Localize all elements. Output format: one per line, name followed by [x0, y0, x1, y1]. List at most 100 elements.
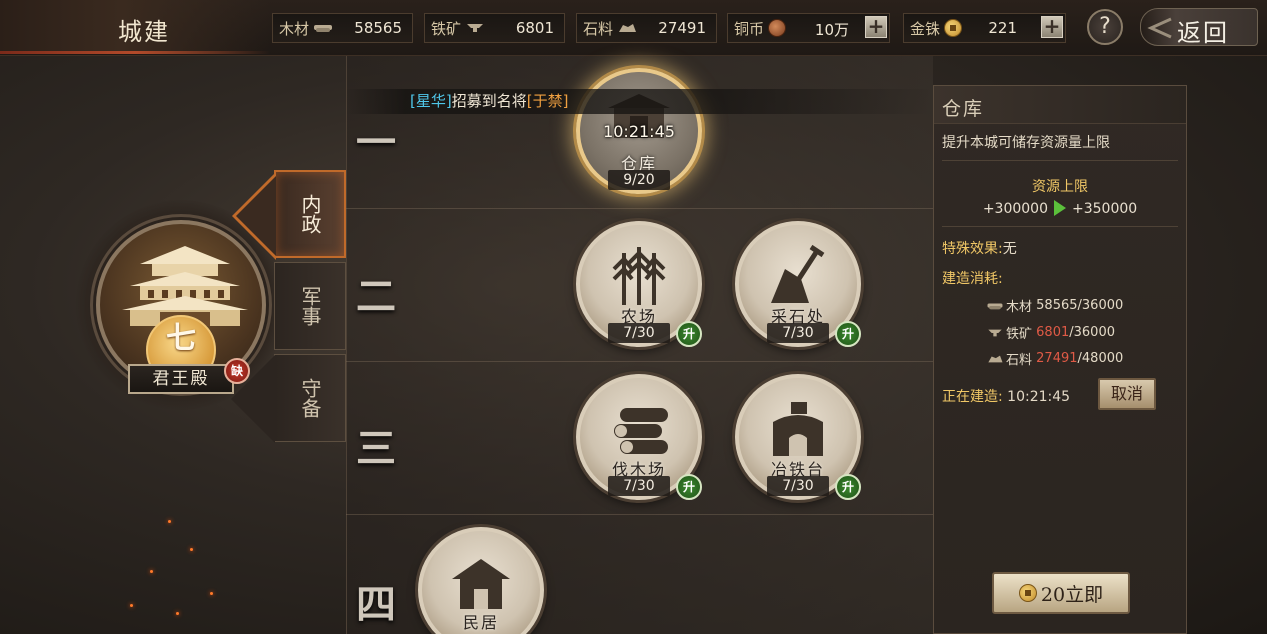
- cost-row-stone: 石料 27491/48000: [986, 349, 1123, 368]
- row-numeral-4: 四: [356, 581, 396, 628]
- cost-row-wood: 木材 58565/36000: [986, 296, 1123, 315]
- cost-need: /36000: [1069, 325, 1115, 340]
- upgrade-button[interactable]: 升: [676, 321, 702, 347]
- building-quarry[interactable]: 采石处 7/30 升: [735, 221, 861, 347]
- tab-internal-affairs[interactable]: 内政: [232, 170, 346, 260]
- resource-label: 木材: [279, 19, 310, 38]
- gold-coin-icon: [1018, 584, 1037, 602]
- add-copper-button[interactable]: +: [865, 16, 887, 38]
- cost-label: 铁矿: [1006, 327, 1033, 342]
- building-level: 7/30: [608, 476, 670, 496]
- building-status-time: 10:21:45: [1007, 389, 1071, 405]
- iron-anvil-icon: [988, 329, 1002, 336]
- cost-label: 石料: [1006, 353, 1033, 368]
- row-divider: [346, 361, 933, 362]
- building-lumber[interactable]: 伐木场 7/30 升: [576, 374, 702, 500]
- gold-coin-icon: [944, 19, 963, 37]
- building-level: 7/30: [767, 476, 829, 496]
- divider: [942, 160, 1178, 161]
- row-divider: [346, 208, 933, 209]
- wood-icon: [987, 303, 1003, 309]
- tab-label: 军事: [298, 286, 322, 326]
- building-name: 民居: [462, 613, 499, 632]
- capacity-title: 资源上限: [1032, 179, 1088, 195]
- back-button[interactable]: 返回: [1140, 8, 1258, 47]
- special-value: 无: [1002, 241, 1017, 257]
- tab-arrow-inner: [236, 176, 276, 256]
- cost-have: 27491: [1036, 351, 1078, 366]
- capacity-values: +300000 +350000: [934, 200, 1186, 217]
- furnace-icon: [773, 402, 823, 456]
- building-smelter[interactable]: 冶铁台 7/30 升: [735, 374, 861, 500]
- resource-copper: 铜币 10万 +: [727, 13, 890, 43]
- ember: [150, 570, 153, 573]
- resource-label: 石料: [583, 19, 614, 38]
- copper-coin-icon: [768, 19, 787, 37]
- ticker-hero: [于禁]: [526, 92, 569, 110]
- resource-wood: 木材 58565: [272, 13, 413, 43]
- resource-stone: 石料 27491: [576, 13, 717, 43]
- upgrade-button[interactable]: 升: [835, 474, 861, 500]
- building-level: 7/30: [767, 323, 829, 343]
- ember: [168, 520, 171, 523]
- upgrade-button[interactable]: 升: [676, 474, 702, 500]
- wood-icon: [314, 25, 333, 32]
- cost-have: 6801: [1036, 325, 1070, 340]
- cost-need: /36000: [1077, 298, 1124, 313]
- row-divider: [346, 514, 933, 515]
- resource-value: 221: [988, 19, 1017, 37]
- instant-complete-button[interactable]: 20立即: [992, 572, 1130, 614]
- resource-value: 27491: [658, 19, 706, 37]
- help-button[interactable]: ?: [1087, 9, 1123, 45]
- building-warehouse[interactable]: 10:21:45 仓库 9/20: [576, 68, 702, 194]
- building-status: 正在建造: 10:21:45: [942, 386, 1070, 406]
- tab-military[interactable]: 军事: [274, 262, 346, 350]
- ticker-text: 招募到名将: [451, 92, 527, 110]
- tab-label: 守备: [298, 378, 322, 418]
- cost-label: 木材: [1006, 300, 1033, 315]
- stone-icon: [988, 355, 1003, 362]
- row-numeral-1: 一: [356, 119, 396, 166]
- add-gold-button[interactable]: +: [1041, 16, 1063, 38]
- tab-arrow: [231, 355, 275, 443]
- building-level: 9/20: [608, 170, 670, 190]
- ember: [210, 592, 213, 595]
- house-icon: [452, 559, 510, 609]
- ember: [190, 548, 193, 551]
- divider: [942, 226, 1178, 227]
- iron-anvil-icon: [467, 24, 484, 32]
- row-numeral-3: 三: [356, 425, 396, 472]
- ember: [176, 612, 179, 615]
- panel-description: 提升本城可储存资源量上限: [942, 135, 1110, 151]
- instant-label: 20立即: [1040, 583, 1104, 606]
- building-farm[interactable]: 农场 7/30 升: [576, 221, 702, 347]
- row-numeral-2: 二: [356, 273, 396, 320]
- upgrade-button[interactable]: 升: [835, 321, 861, 347]
- logs-icon: [614, 408, 668, 454]
- special-label: 特殊效果:: [942, 241, 1003, 257]
- panel-title: 仓库: [942, 98, 985, 120]
- tab-defense[interactable]: 守备: [231, 354, 346, 443]
- capacity-from: +300000: [982, 201, 1048, 217]
- top-bar: 城建 木材 58565 铁矿 6801 石料 27491 铜币 10万 + 金铢…: [0, 0, 1267, 56]
- stone-icon: [619, 24, 637, 32]
- resource-label: 金铢: [910, 19, 941, 38]
- tab-label: 内政: [298, 194, 322, 234]
- cancel-button[interactable]: 取消: [1098, 378, 1156, 410]
- cost-row-iron: 铁矿 6801/36000: [986, 323, 1115, 342]
- building-status-label: 正在建造:: [942, 389, 1003, 405]
- special-effect: 特殊效果:无: [942, 238, 1017, 258]
- ticker-player: [星华]: [410, 92, 452, 110]
- cost-have: 58565: [1036, 298, 1078, 313]
- page-title: 城建: [118, 18, 170, 46]
- cost-need: /48000: [1077, 351, 1124, 366]
- capacity-to: +350000: [1072, 201, 1138, 217]
- resource-value: 6801: [515, 19, 554, 37]
- palace-name: 君王殿: [128, 364, 234, 394]
- wheat-icon: [612, 247, 666, 305]
- resource-value: 10万: [814, 21, 849, 39]
- build-timer: 10:21:45: [603, 122, 675, 141]
- recruit-ticker: [星华]招募到名将[于禁]: [346, 89, 933, 114]
- resource-iron: 铁矿 6801: [424, 13, 565, 43]
- building-info-panel: 仓库 提升本城可储存资源量上限 资源上限 +300000 +350000 特殊效果…: [933, 85, 1187, 634]
